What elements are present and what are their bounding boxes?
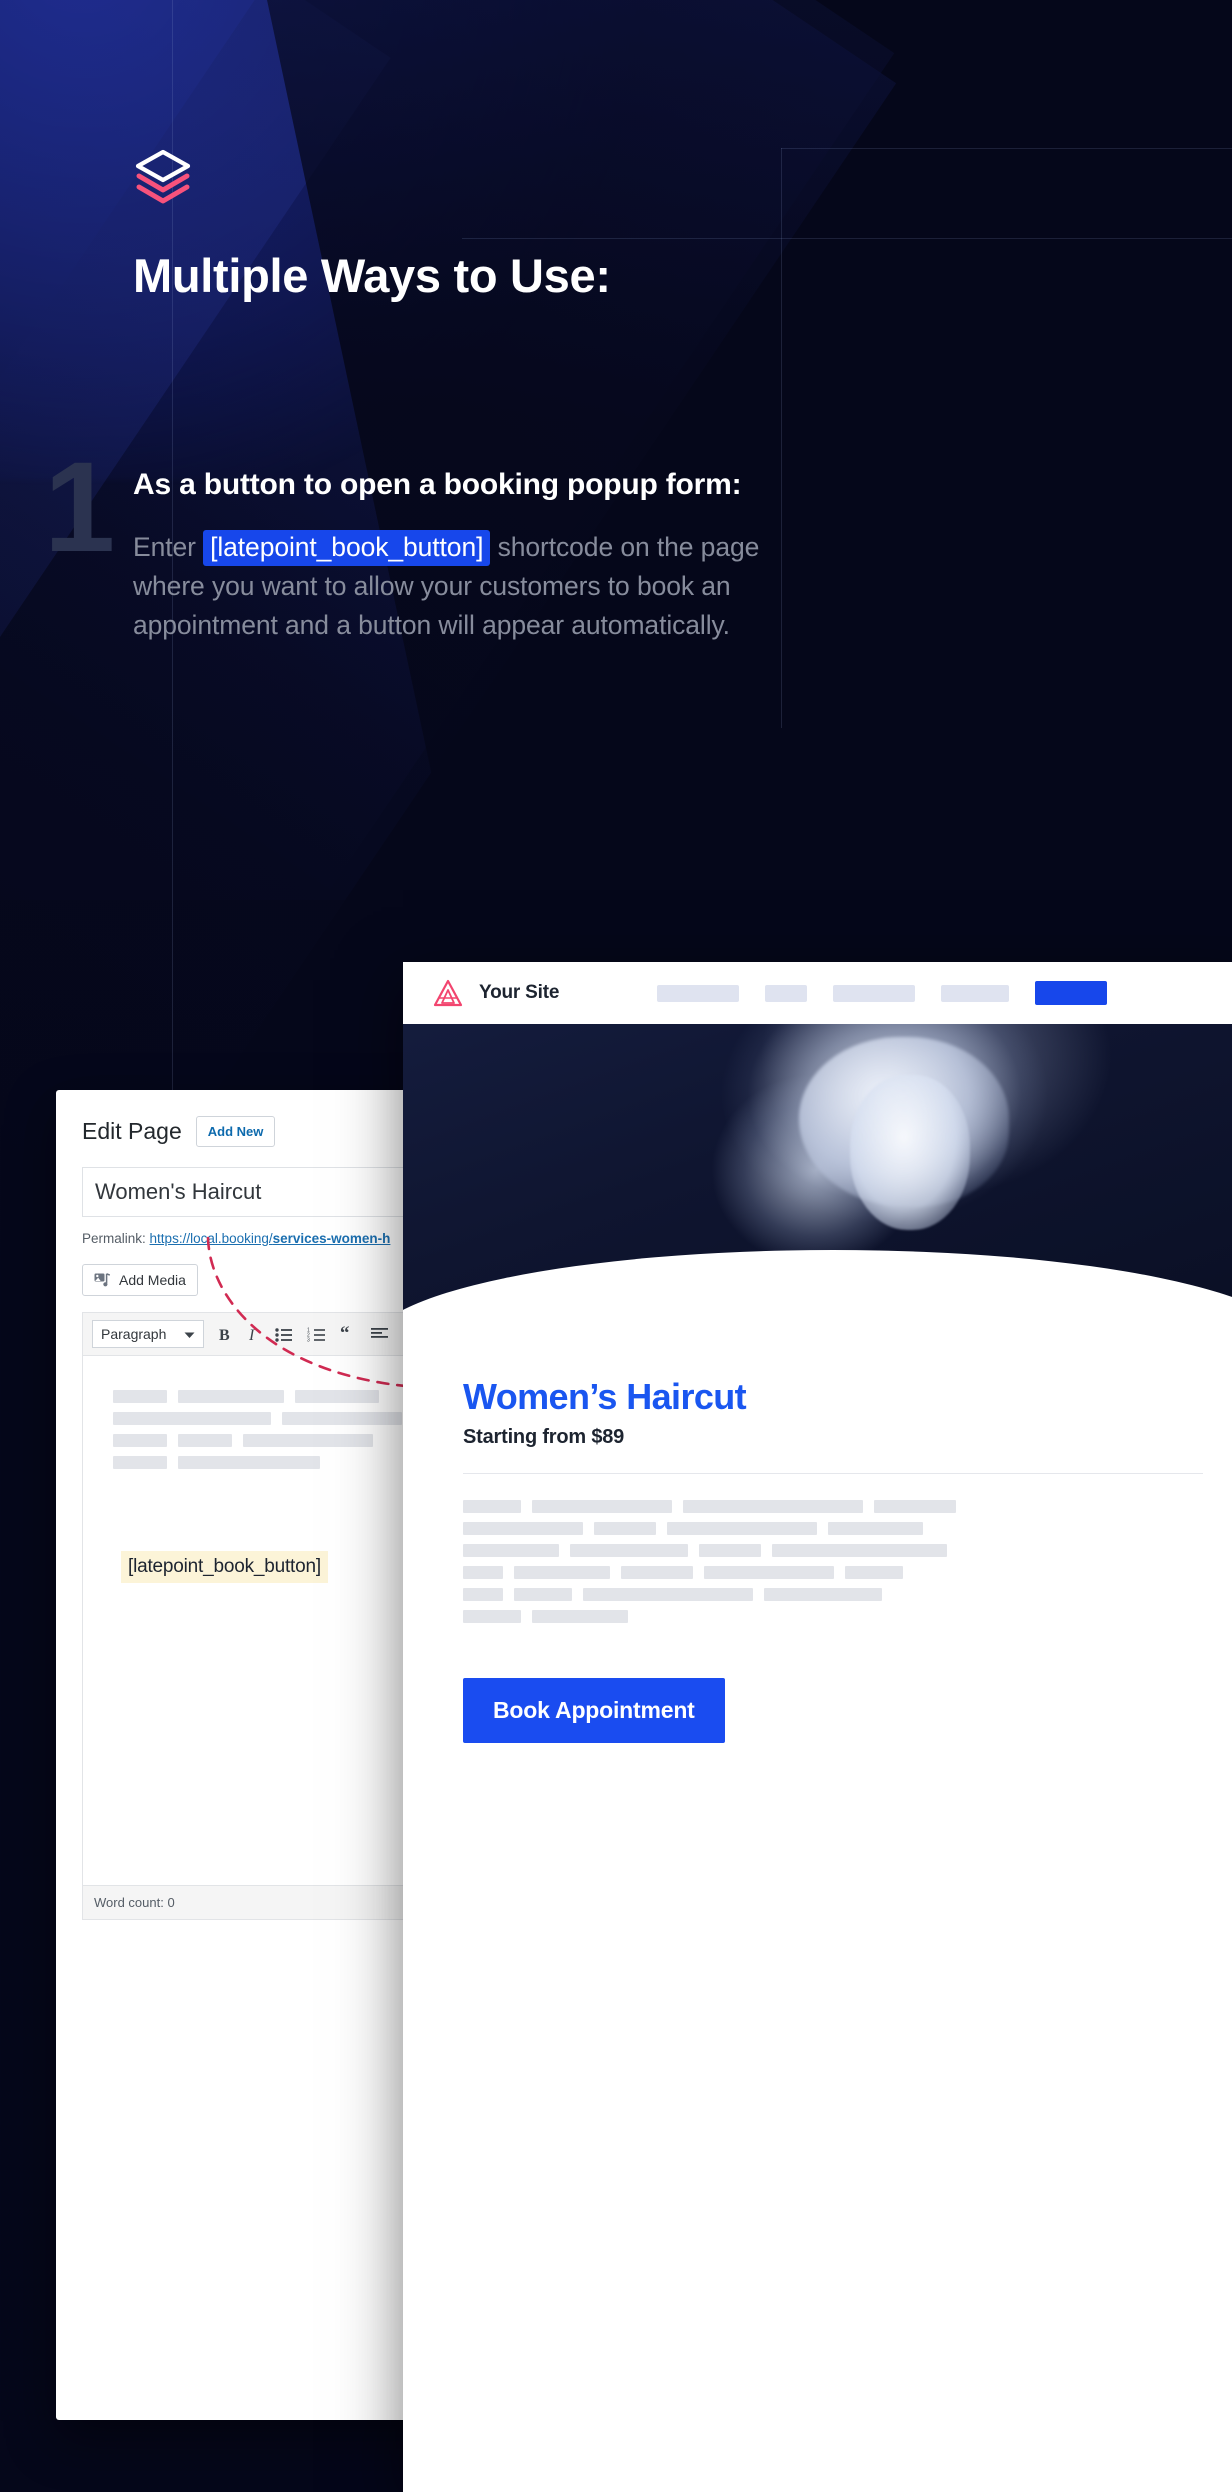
nav-item[interactable] [765,984,808,1002]
site-header: Your Site [403,962,1232,1024]
hero-image [403,1024,1232,1342]
service-price: Starting from $89 [463,1426,625,1448]
editor-shortcode-text: [latepoint_book_button] [121,1551,328,1583]
skeleton-row [463,1610,1203,1623]
page-title: Multiple Ways to Use: [133,249,611,302]
step-body-prefix: Enter [133,532,204,562]
skeleton-row [463,1566,1203,1579]
nav-item[interactable] [833,984,916,1002]
permalink-label: Permalink: [82,1231,146,1246]
guide-line-horizontal-2 [781,148,1232,149]
book-appointment-button[interactable]: Book Appointment [463,1678,725,1743]
triangle-logo-icon [433,979,463,1007]
skeleton-row [463,1522,1203,1535]
nav-cta-button[interactable] [1035,981,1108,1005]
shortcode-highlight: [latepoint_book_button] [203,530,491,566]
service-description-skeleton [463,1500,1203,1623]
media-icon [94,1272,111,1288]
service-section: Women’s Haircut Starting from $89 Book A… [403,1342,1232,1743]
hero-face-shape [850,1074,971,1230]
edit-page-heading: Edit Page [82,1118,182,1144]
guide-line-horizontal-1 [462,238,1232,239]
site-name: Your Site [479,982,560,1003]
step-title: As a button to open a booking popup form… [133,468,742,501]
skeleton-row [463,1544,1203,1557]
format-select-value: Paragraph [101,1326,167,1342]
step-number: 1 [44,436,115,579]
layers-stack-icon [132,146,194,208]
nav-item[interactable] [941,984,1010,1002]
divider [463,1473,1203,1474]
add-media-label: Add Media [119,1272,186,1288]
add-new-button[interactable]: Add New [195,1116,276,1147]
service-title: Women’s Haircut [463,1376,747,1417]
nav-item[interactable] [657,984,740,1002]
step-description: Enter [latepoint_book_button] shortcode … [133,528,793,645]
skeleton-row [463,1588,1203,1601]
site-nav [657,981,1108,1005]
site-preview-card: Your Site Women’s Haircut Starting from … [403,962,1232,2492]
skeleton-row [463,1500,1203,1513]
